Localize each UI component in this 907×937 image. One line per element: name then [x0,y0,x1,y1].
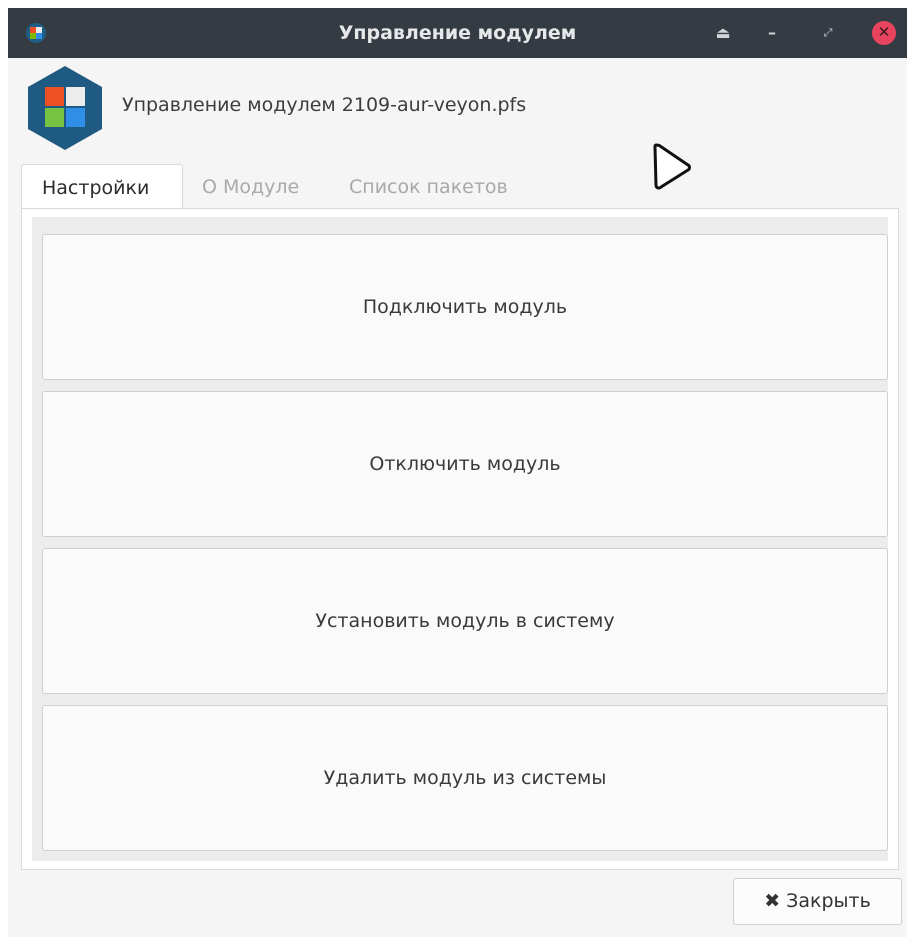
module-logo-icon [28,66,102,150]
tab-package-list[interactable]: Список пакетов [349,164,508,208]
minimize-icon[interactable]: – [759,20,785,46]
module-title: Управление модулем 2109-aur-veyon.pfs [122,94,527,116]
module-manager-window: Управление модулем ⏏ – ⤢ ✕ Управление мо… [8,8,907,937]
title-bar[interactable]: Управление модулем ⏏ – ⤢ ✕ [8,8,907,58]
close-button-label: Закрыть [786,890,871,912]
maximize-icon[interactable]: ⤢ [815,20,841,46]
install-module-button[interactable]: Установить модуль в систему [42,548,888,694]
actions-area: Подключить модуль Отключить модуль Устан… [32,217,888,861]
eject-icon[interactable]: ⏏ [710,20,736,46]
tab-about-module[interactable]: О Модуле [202,164,299,208]
mouse-cursor-icon [653,143,691,190]
tab-settings[interactable]: Настройки [21,164,183,208]
close-x-icon: ✖ [764,890,781,912]
unmount-module-button[interactable]: Отключить модуль [42,391,888,537]
close-icon[interactable]: ✕ [872,21,896,45]
settings-panel: Подключить модуль Отключить модуль Устан… [21,208,899,870]
mount-module-button[interactable]: Подключить модуль [42,234,888,380]
remove-module-button[interactable]: Удалить модуль из системы [42,705,888,851]
close-button[interactable]: ✖ Закрыть [733,878,902,925]
